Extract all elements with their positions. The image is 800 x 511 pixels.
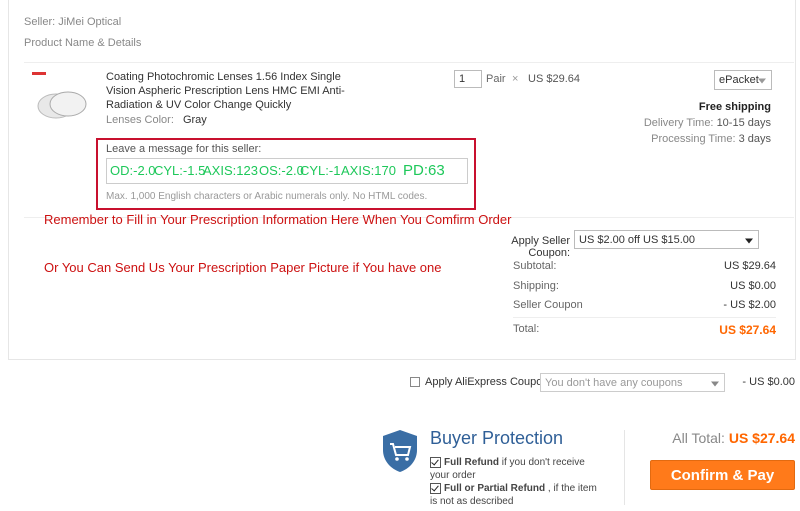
aliexpress-coupon-label: Apply AliExpress Coupon:	[425, 376, 552, 388]
lens-color-value: Gray	[182, 114, 207, 126]
shield-cart-icon	[380, 428, 420, 474]
seller-coupon-select[interactable]: US $2.00 off US $15.00	[574, 230, 759, 249]
prescription-cyl-right: CYL:-1.5	[154, 163, 206, 178]
partial-refund-label: Full or Partial Refund	[444, 483, 546, 494]
all-total-value: US $27.64	[728, 430, 795, 446]
product-thumbnail[interactable]	[30, 70, 90, 126]
message-hint: Max. 1,000 English characters or Arabic …	[106, 191, 428, 202]
seller-name: Seller: JiMei Optical	[24, 16, 122, 28]
buyer-protection-title: Buyer Protection	[430, 428, 564, 448]
shipping-method-value: ePacket	[719, 74, 759, 86]
subtotal-label: Subtotal:	[513, 260, 557, 272]
processing-time-label: Processing Time:	[651, 133, 736, 145]
product-title[interactable]: Coating Photochromic Lenses 1.56 Index S…	[106, 70, 356, 112]
checkbox-checked-icon	[430, 482, 441, 494]
prescription-axis-left: AXIS:170	[341, 163, 396, 178]
full-refund-label: Full Refund	[444, 457, 499, 468]
seller-coupon-value: US $2.00 off US $15.00	[579, 234, 695, 246]
buyer-protection-item: Full or Partial Refund , if the item is …	[430, 482, 605, 508]
seller-coupon-label: Apply Seller Coupon:	[511, 235, 570, 259]
shipping-method-select[interactable]: ePacket	[714, 70, 772, 90]
shipping-cost-value: US $0.00	[730, 280, 776, 292]
delivery-time-label: Delivery Time:	[643, 117, 714, 129]
prescription-axis-right: AXIS:123	[203, 163, 258, 178]
aliexpress-coupon-placeholder: You don't have any coupons	[545, 377, 683, 389]
chevron-down-icon	[711, 381, 719, 386]
buyer-protection-item: Full Refund if you don't receive your or…	[430, 456, 605, 482]
prescription-pd: PD:63	[403, 162, 445, 179]
divider	[624, 430, 625, 505]
processing-time-value: 3 days	[738, 133, 771, 145]
unit-price: US $29.64	[528, 73, 580, 85]
prescription-os: OS:-2.0	[259, 163, 304, 178]
prescription-od: OD:-2.0	[110, 163, 156, 178]
checkbox-checked-icon	[430, 456, 441, 468]
quantity-input[interactable]: 1	[454, 70, 482, 88]
subtotal-value: US $29.64	[724, 260, 776, 272]
aliexpress-coupon-select[interactable]: You don't have any coupons	[540, 373, 725, 392]
prescription-picture-note: Or You Can Send Us Your Prescription Pap…	[44, 260, 442, 275]
shipping-cost-label: Shipping:	[513, 280, 559, 292]
message-label: Leave a message for this seller:	[106, 143, 262, 155]
free-shipping-label: Free shipping	[698, 101, 771, 113]
lens-color-label: Lenses Color:	[106, 114, 174, 126]
total-value: US $27.64	[719, 323, 776, 337]
total-label: Total:	[513, 323, 540, 335]
message-input[interactable]: OD:-2.0 CYL:-1.5 AXIS:123 OS:-2.0 CYL:-1…	[106, 158, 468, 184]
quantity-unit: Pair	[486, 73, 506, 85]
confirm-pay-button[interactable]: Confirm & Pay	[650, 460, 795, 490]
divider	[24, 62, 794, 63]
chevron-down-icon	[745, 238, 753, 243]
chevron-down-icon	[758, 78, 766, 84]
all-total-label: All Total:	[672, 430, 725, 446]
product-section-header: Product Name & Details	[24, 37, 142, 49]
seller-coupon-summary-value: - US $2.00	[723, 299, 776, 311]
divider	[513, 317, 776, 318]
seller-coupon-summary-label: Seller Coupon	[513, 299, 583, 311]
aliexpress-coupon-checkbox[interactable]	[410, 377, 420, 387]
aliexpress-coupon-discount: - US $0.00	[742, 376, 795, 388]
prescription-reminder-note: Remember to Fill in Your Prescription In…	[44, 212, 512, 227]
delivery-time-value: 10-15 days	[716, 117, 771, 129]
prescription-cyl-left: CYL:-1	[300, 163, 341, 178]
times-sign: ×	[512, 73, 519, 85]
